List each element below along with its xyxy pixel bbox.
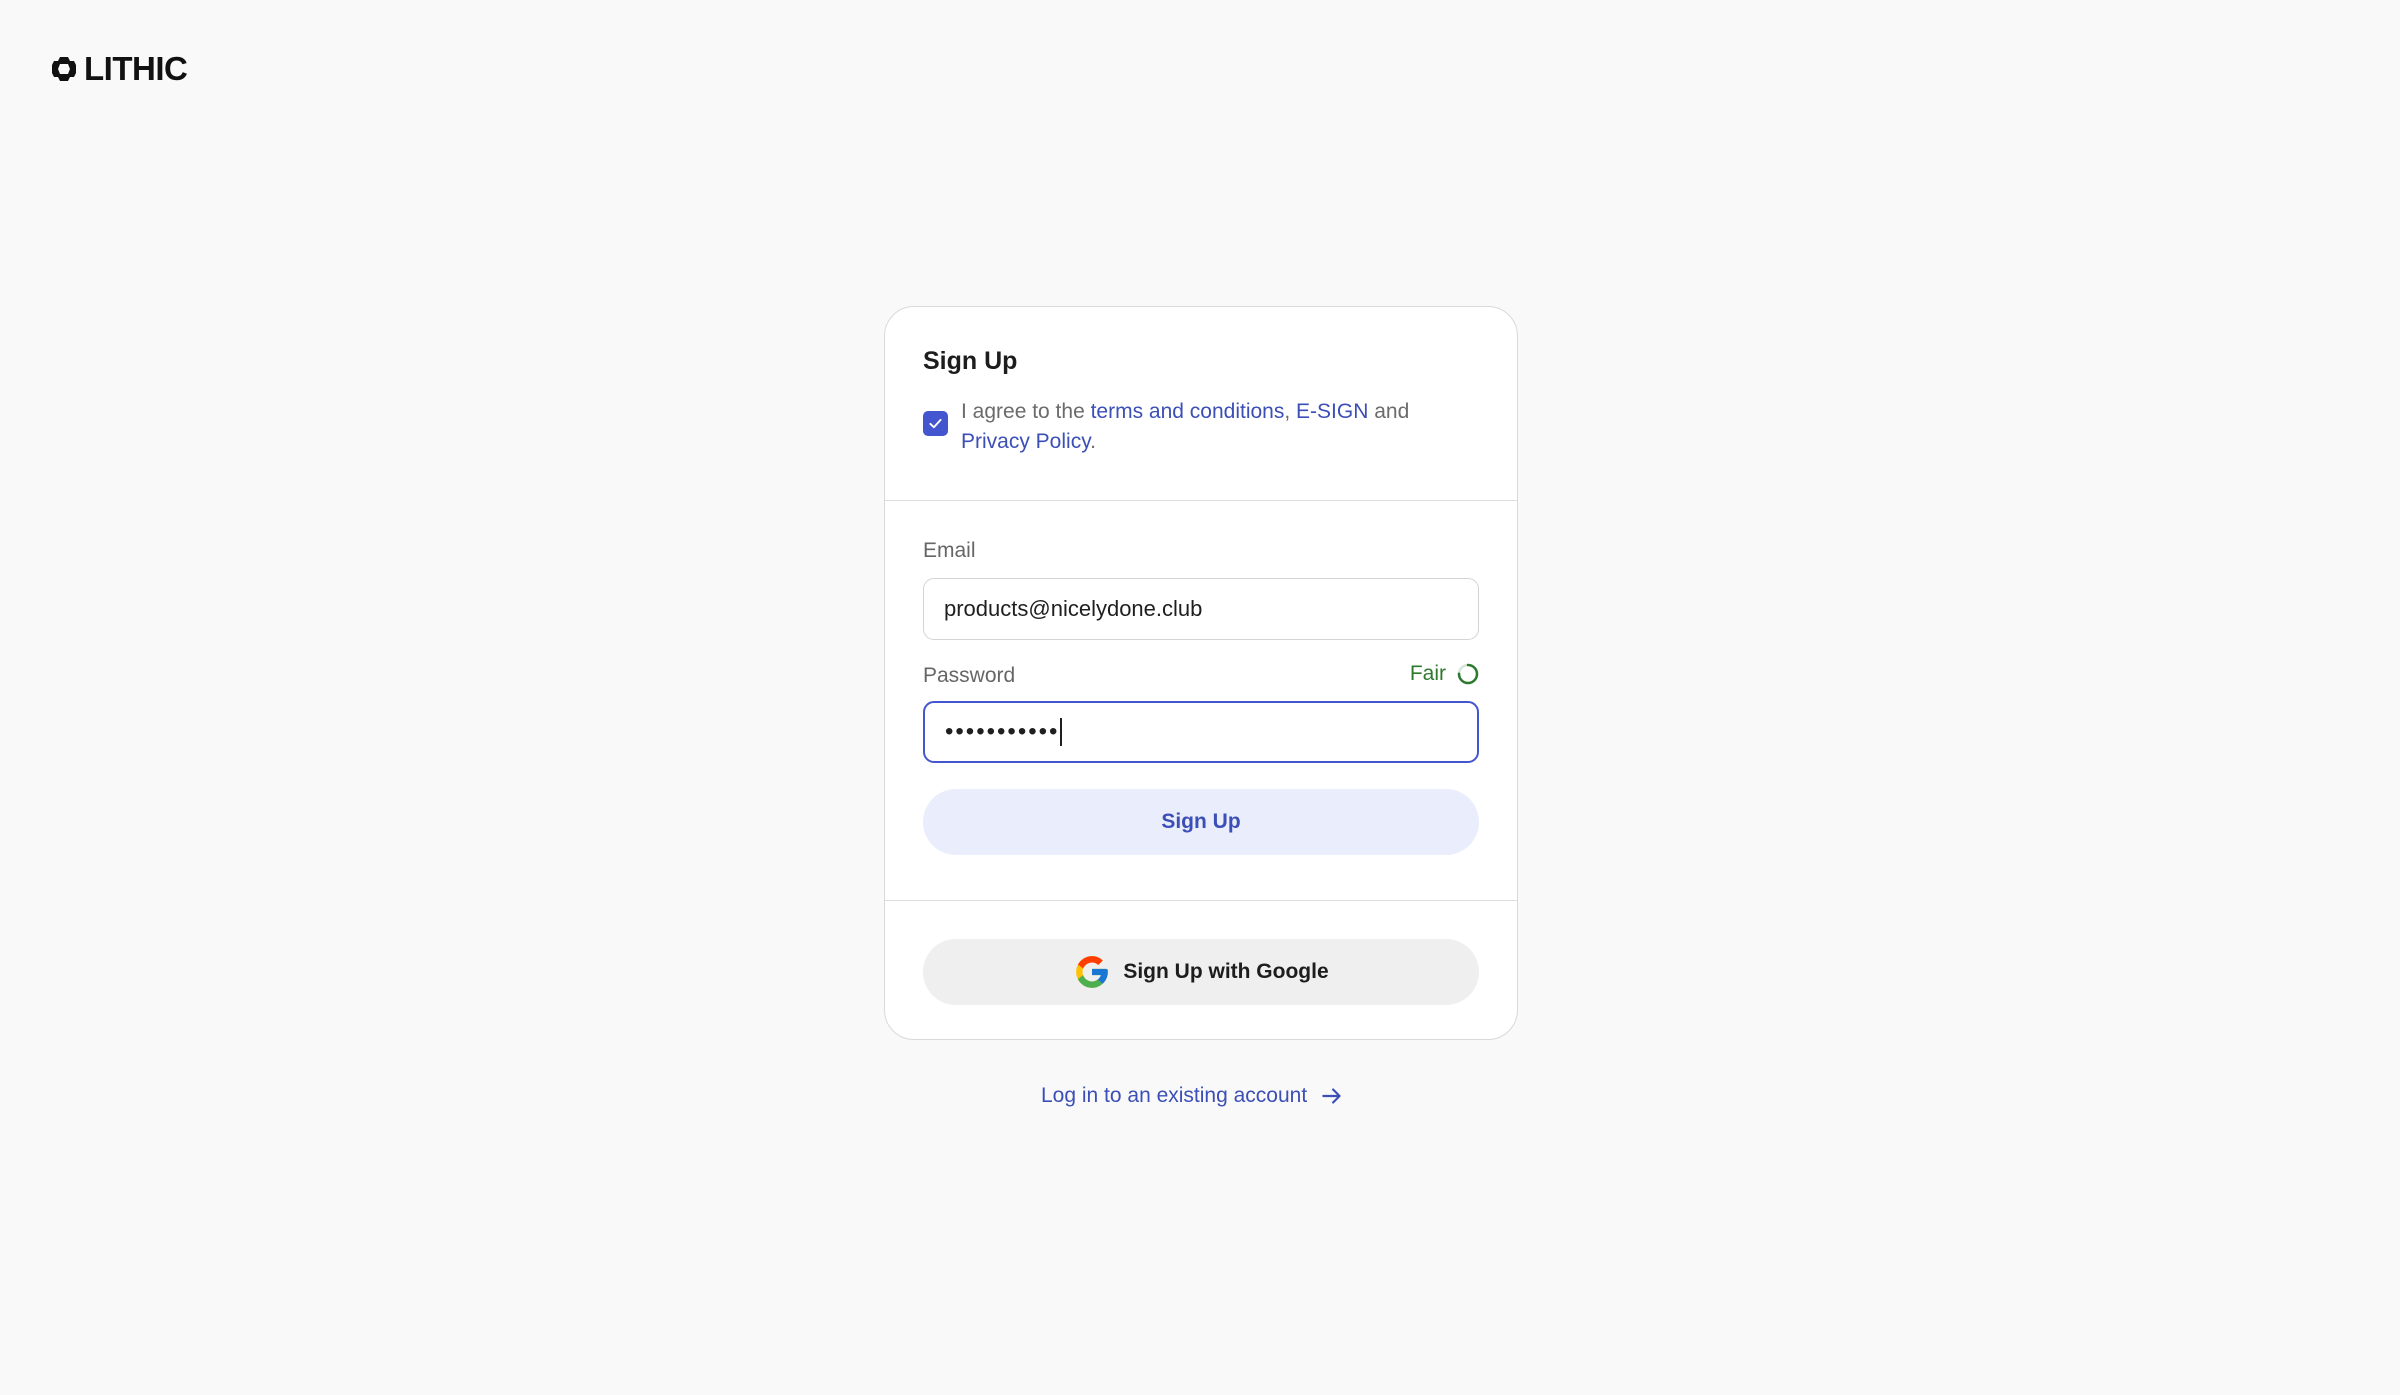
lithic-logo-icon bbox=[52, 56, 76, 81]
agreement-sep2: and bbox=[1368, 400, 1410, 423]
password-label: Password bbox=[923, 664, 1016, 687]
brand-logo[interactable]: LITHIC bbox=[50, 50, 188, 87]
agreement-sep1: , bbox=[1284, 400, 1297, 423]
checkmark-icon bbox=[929, 418, 942, 429]
agreement-row: I agree to the terms and conditions, E-S… bbox=[923, 397, 1479, 457]
agreement-prefix: I agree to the bbox=[961, 400, 1091, 423]
strength-ring-icon bbox=[1457, 663, 1479, 685]
oauth-section: Sign Up with Google bbox=[885, 901, 1517, 1039]
agreement-suffix: . bbox=[1090, 430, 1096, 453]
login-link-label: Log in to an existing account bbox=[1041, 1084, 1308, 1107]
password-strength: Fair bbox=[1410, 662, 1480, 686]
google-icon bbox=[1076, 956, 1109, 988]
sign-up-button[interactable]: Sign Up bbox=[923, 789, 1479, 855]
password-value: ••••••••••• bbox=[945, 718, 1060, 745]
privacy-link[interactable]: Privacy Policy bbox=[961, 430, 1090, 453]
google-sign-up-button[interactable]: Sign Up with Google bbox=[923, 939, 1479, 1005]
agree-checkbox[interactable] bbox=[923, 411, 948, 436]
agreement-section: Sign Up I agree to the terms and conditi… bbox=[885, 307, 1517, 501]
agreement-text: I agree to the terms and conditions, E-S… bbox=[961, 397, 1409, 457]
email-field[interactable]: products@nicelydone.club bbox=[923, 578, 1479, 640]
credentials-section: Email products@nicelydone.club Password … bbox=[885, 501, 1517, 901]
terms-link[interactable]: terms and conditions bbox=[1091, 400, 1285, 423]
login-link[interactable]: Log in to an existing account bbox=[1041, 1083, 1345, 1109]
google-button-label: Sign Up with Google bbox=[1123, 960, 1329, 983]
card-title: Sign Up bbox=[923, 347, 1018, 375]
signup-page: LITHIC Sign Up I agree to the terms and … bbox=[0, 0, 2400, 1395]
password-strength-label: Fair bbox=[1409, 662, 1446, 685]
email-value: products@nicelydone.club bbox=[944, 596, 1203, 621]
esign-link[interactable]: E-SIGN bbox=[1296, 400, 1368, 423]
email-label: Email bbox=[923, 539, 976, 562]
text-caret bbox=[1060, 718, 1063, 746]
brand-name: LITHIC bbox=[84, 50, 188, 87]
password-field[interactable]: ••••••••••• bbox=[923, 701, 1479, 763]
signup-card: Sign Up I agree to the terms and conditi… bbox=[884, 306, 1518, 1040]
arrow-right-icon bbox=[1322, 1088, 1341, 1104]
